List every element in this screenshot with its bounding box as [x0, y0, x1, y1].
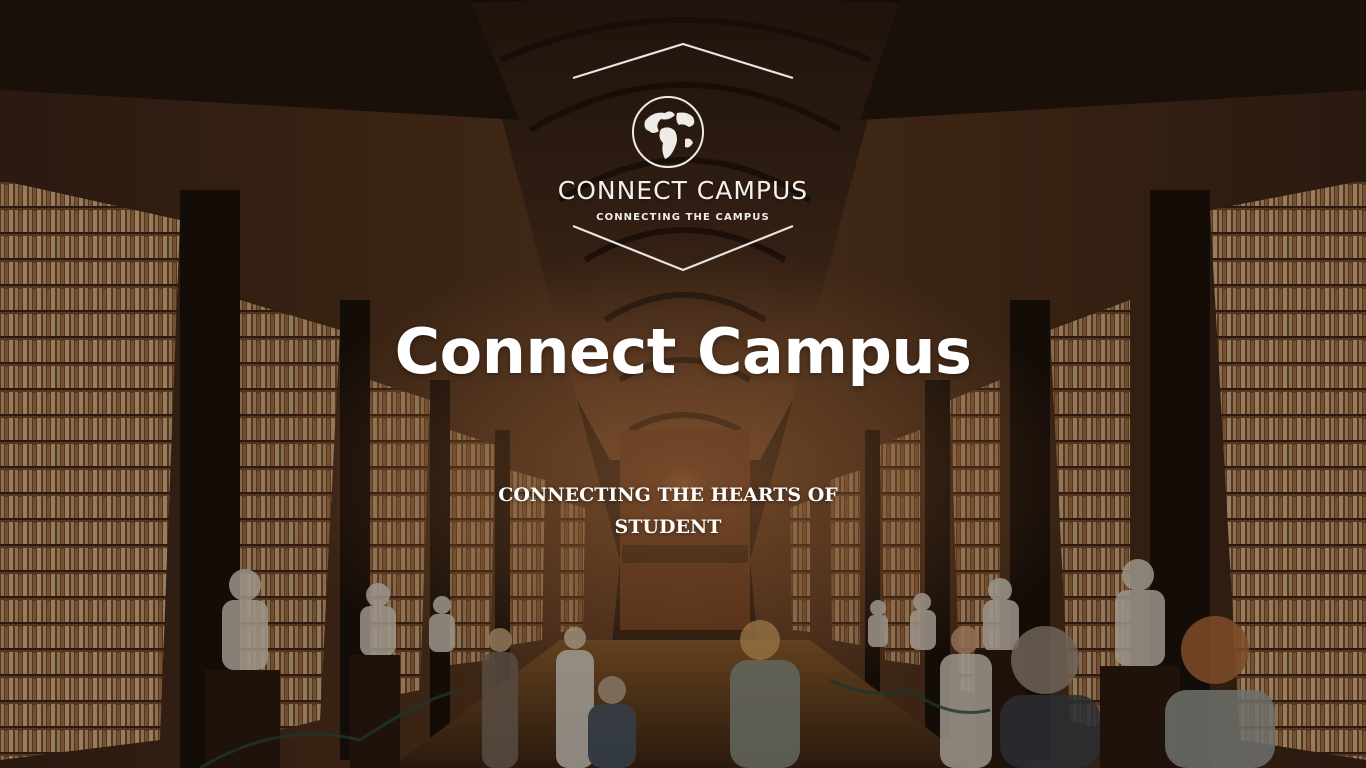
logo-subtitle: CONNECTING THE CAMPUS [596, 212, 770, 223]
logo-title: CONNECT CAMPUS [557, 176, 809, 205]
brand-logo[interactable]: CONNECT CAMPUS CONNECTING THE CAMPUS [555, 40, 811, 276]
globe-icon [632, 96, 704, 168]
hero-title: Connect Campus [394, 315, 972, 388]
hero-tagline: CONNECTING THE HEARTS OF STUDENT [498, 484, 838, 538]
landing-page: CONNECT CAMPUS CONNECTING THE CAMPUS Con… [0, 0, 1366, 768]
